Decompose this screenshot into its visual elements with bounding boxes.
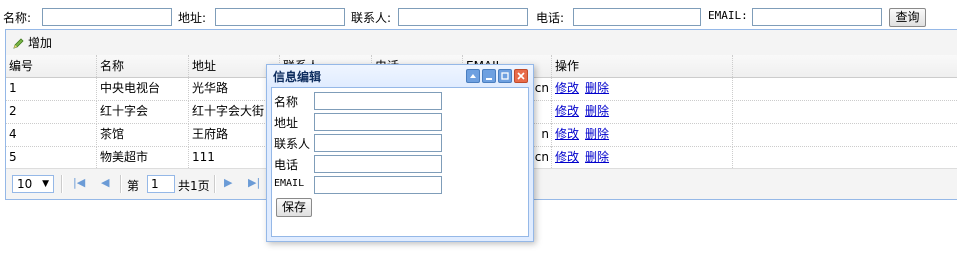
field-address-input[interactable] [314,113,442,131]
edit-link[interactable]: 修改 [555,104,579,118]
save-button[interactable]: 保存 [276,198,312,217]
field-contact-input[interactable] [314,134,442,152]
edit-dialog: 信息编辑 名称 地址 联系人 电话 EMAIL 保存 [266,64,534,242]
add-button-label: 增加 [28,36,53,50]
query-button[interactable]: 查询 [889,8,926,27]
dialog-titlebar[interactable]: 信息编辑 [267,65,533,87]
dialog-body: 名称 地址 联系人 电话 EMAIL 保存 [271,87,529,237]
delete-link[interactable]: 删除 [585,81,609,95]
cell-id: 2 [6,100,97,122]
edit-link[interactable]: 修改 [555,81,579,95]
field-email-label: EMAIL [274,178,305,189]
next-page-icon[interactable]: ▶ [224,176,232,189]
pager-separator [214,175,216,193]
pager-separator [61,175,63,193]
search-name-label: 名称: [3,11,32,25]
prev-page-icon[interactable]: ◀ [101,176,109,189]
collapse-icon[interactable] [466,69,480,83]
delete-link[interactable]: 删除 [585,104,609,118]
search-contact-input[interactable] [398,8,528,26]
grid-toolbar: 增加 [6,30,957,56]
edit-link[interactable]: 修改 [555,127,579,141]
search-email-input[interactable] [752,8,882,26]
search-email-label: EMAIL: [708,9,748,22]
minimize-icon[interactable] [482,69,496,83]
add-button[interactable]: 增加 [12,34,52,52]
first-page-icon[interactable]: |◀ [73,176,85,189]
col-header-id[interactable]: 编号 [6,55,97,77]
page-number-value: 1 [151,177,159,191]
search-name-input[interactable] [42,8,172,26]
cell-name: 红十字会 [97,100,189,122]
cell-actions: 修改 删除 [552,77,733,99]
search-address-input[interactable] [215,8,345,26]
col-header-actions[interactable]: 操作 [552,55,733,77]
page-size-select[interactable]: 10 ▼ [12,175,54,193]
field-email-input[interactable] [314,176,442,194]
page-total-label: 共1页 [178,179,210,193]
field-phone-input[interactable] [314,155,442,173]
cell-name: 茶馆 [97,123,189,145]
pager-separator [120,175,122,193]
field-address-label: 地址 [274,116,299,130]
search-bar: 名称: 地址: 联系人: 电话: EMAIL: 查询 [0,0,957,30]
search-contact-label: 联系人: [351,11,392,25]
delete-link[interactable]: 删除 [585,127,609,141]
field-contact-label: 联系人 [274,137,311,151]
field-name-label: 名称 [274,95,299,109]
search-phone-input[interactable] [573,8,701,26]
cell-name: 中央电视台 [97,77,189,99]
chevron-down-icon: ▼ [42,179,49,189]
edit-link[interactable]: 修改 [555,150,579,164]
col-header-name[interactable]: 名称 [97,55,189,77]
search-phone-label: 电话: [536,11,565,25]
last-page-icon[interactable]: ▶| [248,176,260,189]
page-size-value: 10 [17,177,33,191]
cell-id: 1 [6,77,97,99]
cell-actions: 修改 删除 [552,146,733,168]
dialog-title: 信息编辑 [273,70,322,84]
page-number-input[interactable]: 1 [147,175,175,193]
pencil-icon [13,37,24,49]
search-address-label: 地址: [178,11,207,25]
field-phone-label: 电话 [274,158,299,172]
cell-id: 4 [6,123,97,145]
page-prefix-label: 第 [127,179,140,193]
delete-link[interactable]: 删除 [585,150,609,164]
cell-actions: 修改 删除 [552,100,733,122]
cell-id: 5 [6,146,97,168]
field-name-input[interactable] [314,92,442,110]
cell-actions: 修改 删除 [552,123,733,145]
cell-name: 物美超市 [97,146,189,168]
maximize-icon[interactable] [498,69,512,83]
close-icon[interactable] [514,69,528,83]
